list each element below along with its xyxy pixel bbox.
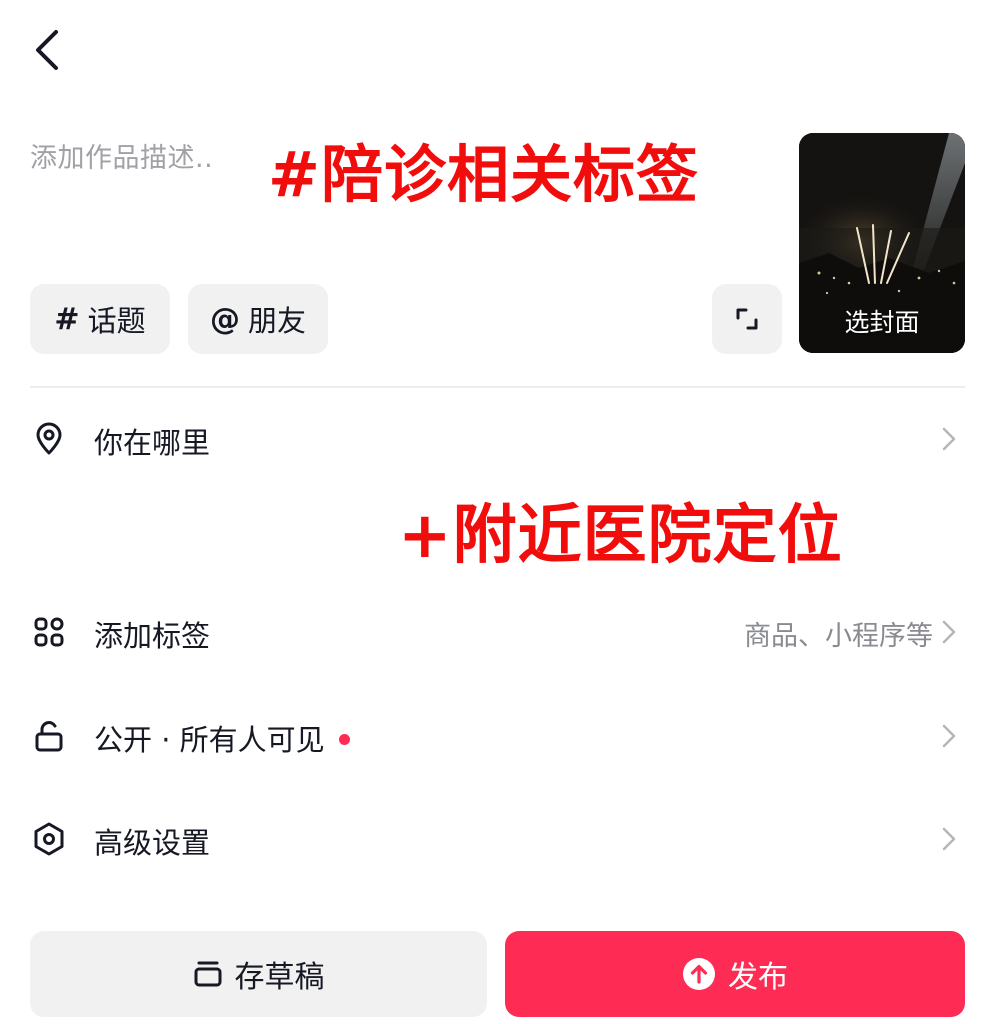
friend-chip-label: 朋友 — [247, 304, 306, 338]
save-draft-button[interactable]: 存草稿 — [30, 931, 487, 1017]
cover-thumbnail[interactable]: 选封面 — [799, 133, 965, 353]
grid-icon — [32, 615, 66, 649]
hashtag-icon: # — [54, 301, 80, 337]
new-indicator-dot — [338, 733, 350, 745]
tag-hint-overlay: #陪诊相关标签 — [268, 138, 699, 211]
draft-icon — [193, 960, 223, 988]
add-tags-row-value: 商品、小程序等 — [744, 621, 933, 652]
expand-icon — [736, 308, 758, 330]
advanced-settings-row-label: 高级设置 — [94, 826, 211, 860]
save-draft-label: 存草稿 — [234, 960, 325, 995]
chevron-right-icon — [942, 724, 956, 748]
add-tags-row-label: 添加标签 — [94, 619, 211, 653]
friend-chip[interactable]: @ 朋友 — [188, 284, 328, 354]
location-hint-overlay: +附近医院定位 — [398, 499, 843, 573]
visibility-label-text: 公开 · 所有人可见 — [94, 723, 325, 757]
at-icon: @ — [209, 301, 240, 337]
add-tags-row[interactable]: 添加标签 商品、小程序等 — [0, 597, 993, 667]
chevron-right-icon — [942, 427, 956, 451]
description-input[interactable]: 添加作品描述.. — [30, 136, 213, 175]
upload-arrow-icon — [682, 957, 716, 991]
location-row[interactable]: 你在哪里 — [0, 404, 993, 474]
back-button[interactable] — [22, 22, 72, 78]
publish-button[interactable]: 发布 — [505, 931, 965, 1017]
expand-button[interactable] — [712, 284, 782, 354]
advanced-settings-row[interactable]: 高级设置 — [0, 804, 993, 874]
chevron-right-icon — [942, 827, 956, 851]
topic-chip[interactable]: # 话题 — [30, 284, 170, 354]
visibility-row-label: 公开 · 所有人可见 — [94, 717, 350, 759]
unlock-icon — [32, 719, 66, 753]
select-cover-label: 选封面 — [844, 308, 920, 337]
divider — [30, 386, 965, 388]
visibility-row[interactable]: 公开 · 所有人可见 — [0, 701, 993, 771]
location-pin-icon — [32, 422, 66, 456]
chevron-right-icon — [942, 620, 956, 644]
publish-label: 发布 — [728, 960, 788, 995]
settings-hex-icon — [32, 822, 66, 856]
location-row-label: 你在哪里 — [94, 426, 211, 460]
chevron-left-icon — [36, 30, 58, 70]
topic-chip-label: 话题 — [87, 304, 146, 338]
